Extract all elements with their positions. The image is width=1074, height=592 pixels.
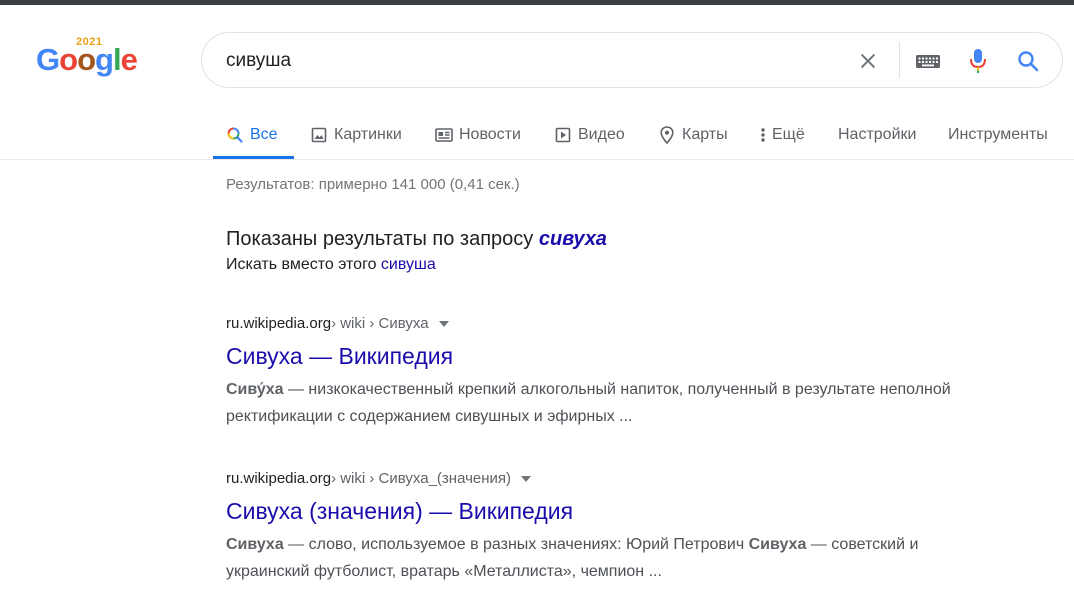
result-breadcrumb: › wiki › Сивуха_(значения) bbox=[331, 470, 512, 487]
search-result: ru.wikipedia.org › wiki › Сивуха_(значен… bbox=[226, 469, 986, 585]
result-domain: ru.wikipedia.org bbox=[226, 315, 332, 332]
result-menu-caret-icon[interactable] bbox=[521, 476, 532, 482]
tab-more[interactable]: Ещё bbox=[758, 112, 805, 158]
showing-prefix: Показаны результаты по запросу bbox=[226, 228, 539, 250]
search-tabs: Все Картинки Новости Видео Карты Ещё Нас… bbox=[0, 112, 1074, 160]
clear-icon[interactable] bbox=[854, 47, 882, 75]
result-snippet: Сивуха — слово, используемое в разных зн… bbox=[226, 536, 919, 580]
tabs-divider bbox=[0, 159, 1074, 160]
result-domain: ru.wikipedia.org bbox=[226, 470, 332, 487]
original-query-link[interactable]: сивуша bbox=[381, 256, 436, 273]
search-box-divider bbox=[899, 42, 900, 78]
more-vert-icon bbox=[758, 126, 768, 144]
showing-results-for: Показаны результаты по запросу сивуха bbox=[226, 228, 607, 251]
video-icon bbox=[554, 126, 572, 144]
tab-label: Инструменты bbox=[948, 126, 1048, 143]
tab-label: Картинки bbox=[334, 126, 402, 143]
tab-label: Новости bbox=[459, 126, 521, 143]
tab-label: Видео bbox=[578, 126, 625, 143]
result-breadcrumb: › wiki › Сивуха bbox=[331, 315, 429, 332]
tab-maps[interactable]: Карты bbox=[658, 112, 728, 158]
result-stats: Результатов: примерно 141 000 (0,41 сек.… bbox=[226, 176, 520, 193]
search-instead-for: Искать вместо этого сивуша bbox=[226, 256, 436, 274]
search-icon bbox=[226, 126, 244, 144]
tab-label: Карты bbox=[682, 126, 728, 143]
search-input[interactable] bbox=[226, 47, 826, 75]
search-result: ru.wikipedia.org › wiki › Сивуха Сивуха … bbox=[226, 314, 986, 430]
google-doodle-logo[interactable]: 2021 Google bbox=[36, 36, 146, 86]
logo-wordmark: Google bbox=[36, 42, 138, 77]
result-title-link[interactable]: Сивуха (значения) — Википедия bbox=[226, 496, 986, 526]
tab-all[interactable]: Все bbox=[226, 112, 278, 158]
tab-images[interactable]: Картинки bbox=[310, 112, 402, 158]
window-top-bar bbox=[0, 0, 1074, 5]
result-url: ru.wikipedia.org › wiki › Сивуха bbox=[226, 314, 986, 334]
result-menu-caret-icon[interactable] bbox=[438, 321, 449, 327]
result-snippet: Сиву́ха — низкокачественный крепкий алко… bbox=[226, 381, 951, 425]
tab-tools[interactable]: Инструменты bbox=[948, 112, 1048, 158]
tab-label: Все bbox=[250, 126, 278, 143]
tab-video[interactable]: Видео bbox=[554, 112, 625, 158]
tab-news[interactable]: Новости bbox=[435, 112, 521, 158]
tab-label: Ещё bbox=[772, 126, 805, 143]
search-box bbox=[201, 32, 1063, 88]
map-pin-icon bbox=[658, 126, 676, 144]
keyboard-icon[interactable] bbox=[914, 47, 942, 75]
result-title-link[interactable]: Сивуха — Википедия bbox=[226, 341, 986, 371]
search-button-icon[interactable] bbox=[1014, 47, 1042, 75]
tab-label: Настройки bbox=[838, 126, 917, 143]
result-url: ru.wikipedia.org › wiki › Сивуха_(значен… bbox=[226, 469, 986, 489]
microphone-icon[interactable] bbox=[964, 47, 992, 75]
corrected-query-link[interactable]: сивуха bbox=[539, 228, 607, 250]
instead-prefix: Искать вместо этого bbox=[226, 256, 381, 273]
tab-settings[interactable]: Настройки bbox=[838, 112, 916, 158]
image-icon bbox=[310, 126, 328, 144]
news-icon bbox=[435, 126, 453, 144]
